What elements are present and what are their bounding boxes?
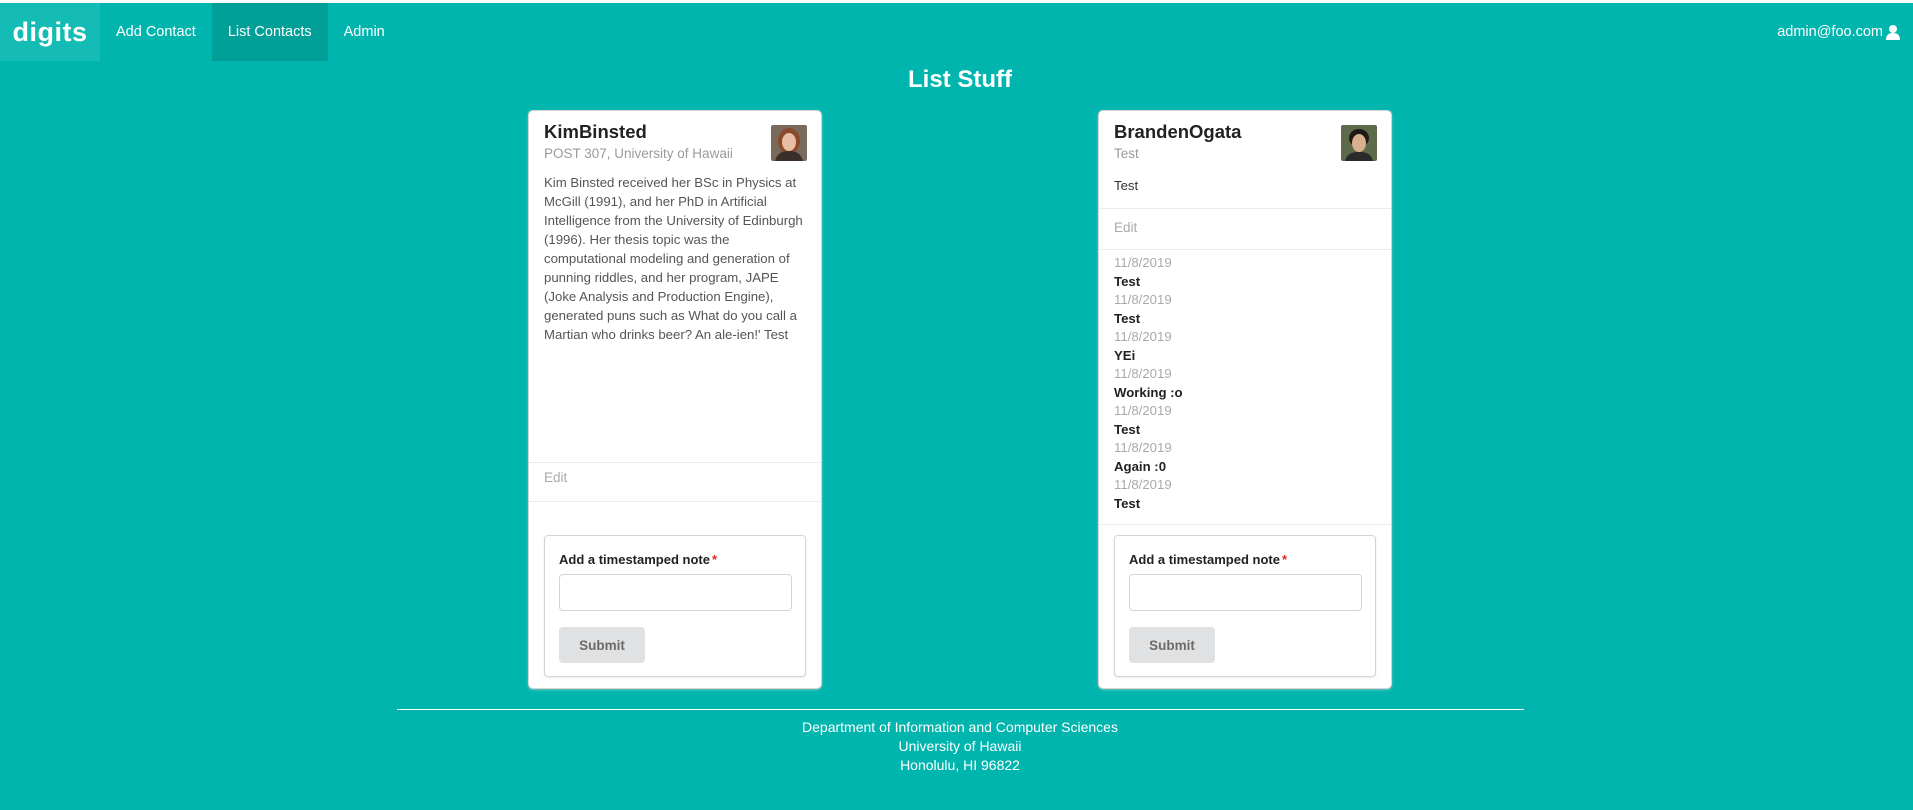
footer-address: Honolulu, HI 96822 [900, 757, 1020, 773]
contact-address: Test [1114, 146, 1139, 161]
list-item: 11/8/2019 Test [1114, 402, 1374, 439]
note-date: 11/8/2019 [1114, 477, 1172, 492]
note-date: 11/8/2019 [1114, 366, 1172, 381]
nav-admin[interactable]: Admin [328, 3, 401, 61]
note-text: Test [1114, 273, 1141, 289]
divider [1099, 208, 1391, 209]
footer: Department of Information and Computer S… [0, 718, 1913, 775]
divider [529, 462, 821, 463]
notes-list: 11/8/2019 Test 11/8/2019 Test 11/8/2019 … [1114, 254, 1374, 513]
nav-list-contacts[interactable]: List Contacts [211, 3, 328, 61]
note-date: 11/8/2019 [1114, 329, 1172, 344]
list-item: 11/8/2019 Again :0 [1114, 439, 1374, 476]
note-text: Test [1114, 495, 1141, 511]
note-date: 11/8/2019 [1114, 292, 1172, 307]
contact-description: Test [1114, 178, 1139, 193]
note-date: 11/8/2019 [1114, 440, 1172, 455]
contact-card: KimBinsted POST 307, University of Hawai… [529, 111, 821, 688]
note-text: Again :0 [1114, 458, 1167, 474]
footer-department: Department of Information and Computer S… [802, 719, 1118, 735]
note-field-label: Add a timestamped note * [559, 552, 718, 567]
note-input[interactable] [1129, 574, 1362, 611]
top-navbar: digits Add Contact List Contacts Admin a… [0, 3, 1913, 61]
note-text: YEi [1114, 347, 1136, 363]
edit-link[interactable]: Edit [1114, 220, 1137, 235]
list-item: 11/8/2019 Working :o [1114, 365, 1374, 402]
note-field-label: Add a timestamped note * [1129, 552, 1288, 567]
submit-button[interactable]: Submit [1129, 627, 1215, 663]
note-text: Working :o [1114, 384, 1183, 400]
contact-name: BrandenOgata [1114, 121, 1242, 142]
add-note-form: Add a timestamped note * Submit [1114, 535, 1376, 677]
note-date: 11/8/2019 [1114, 403, 1172, 418]
required-mark: * [1281, 552, 1288, 567]
contact-description: Kim Binsted received her BSc in Physics … [544, 175, 803, 342]
card-header: BrandenOgata Test [1114, 121, 1344, 161]
avatar [1341, 125, 1377, 161]
note-text: Test [1114, 310, 1141, 326]
user-icon [1885, 24, 1901, 40]
contact-address: POST 307, University of Hawaii [544, 146, 733, 161]
note-text: Test [1114, 421, 1141, 437]
edit-link[interactable]: Edit [544, 470, 567, 485]
user-menu[interactable]: admin@foo.com [1777, 3, 1901, 61]
add-note-form: Add a timestamped note * Submit [544, 535, 806, 677]
footer-divider [397, 709, 1524, 710]
list-item: 11/8/2019 Test [1114, 291, 1374, 328]
divider [529, 501, 821, 502]
nav-add-contact[interactable]: Add Contact [100, 3, 212, 61]
list-item: 11/8/2019 Test [1114, 476, 1374, 513]
required-mark: * [711, 552, 718, 567]
card-header: KimBinsted POST 307, University of Hawai… [544, 121, 774, 161]
avatar [771, 125, 807, 161]
footer-university: University of Hawaii [898, 738, 1022, 754]
note-input[interactable] [559, 574, 792, 611]
divider [1099, 524, 1391, 525]
note-date: 11/8/2019 [1114, 255, 1172, 270]
submit-button[interactable]: Submit [559, 627, 645, 663]
contact-name: KimBinsted [544, 121, 647, 142]
list-item: 11/8/2019 Test [1114, 254, 1374, 291]
divider [1099, 249, 1391, 250]
page-title: List Stuff [908, 66, 1012, 93]
list-item: 11/8/2019 YEi [1114, 328, 1374, 365]
contact-card: BrandenOgata Test Test Edit 11/8/2019 Te… [1099, 111, 1391, 688]
user-email: admin@foo.com [1777, 24, 1883, 40]
brand-logo[interactable]: digits [0, 3, 100, 61]
